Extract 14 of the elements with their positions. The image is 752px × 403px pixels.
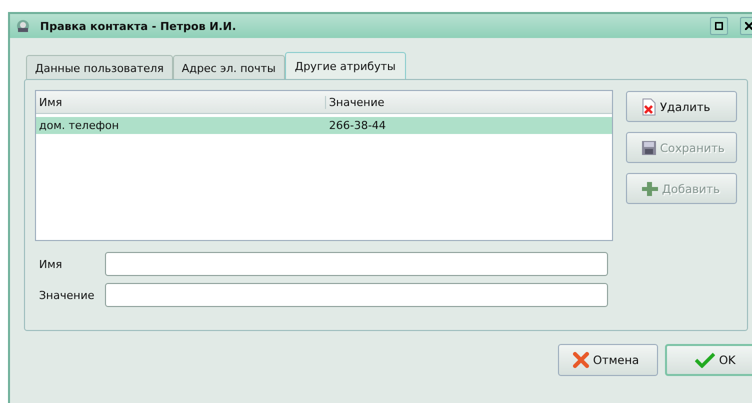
table-row[interactable]: дом. телефон 266-38-44 <box>36 117 612 134</box>
tab[interactable]: Данные пользователя <box>26 55 173 79</box>
window-title: Правка контакта - Петров И.И. <box>40 20 238 32</box>
table-cell-text: дом. телефон <box>38 119 120 132</box>
column-header[interactable]: Имя <box>36 96 326 108</box>
field-label: Значение <box>38 288 96 302</box>
tab[interactable]: Адрес эл. почты <box>172 55 285 79</box>
ok-button[interactable]: OK <box>665 344 752 376</box>
cancel-button[interactable]: Отмена <box>558 344 658 376</box>
tab[interactable]: Другие атрибуты <box>284 52 406 79</box>
delete-button[interactable]: Удалить <box>626 91 737 122</box>
table-cell-text: 266-38-44 <box>328 119 386 132</box>
column-header[interactable]: Значение <box>326 96 384 108</box>
field-label: Имя <box>38 258 64 270</box>
